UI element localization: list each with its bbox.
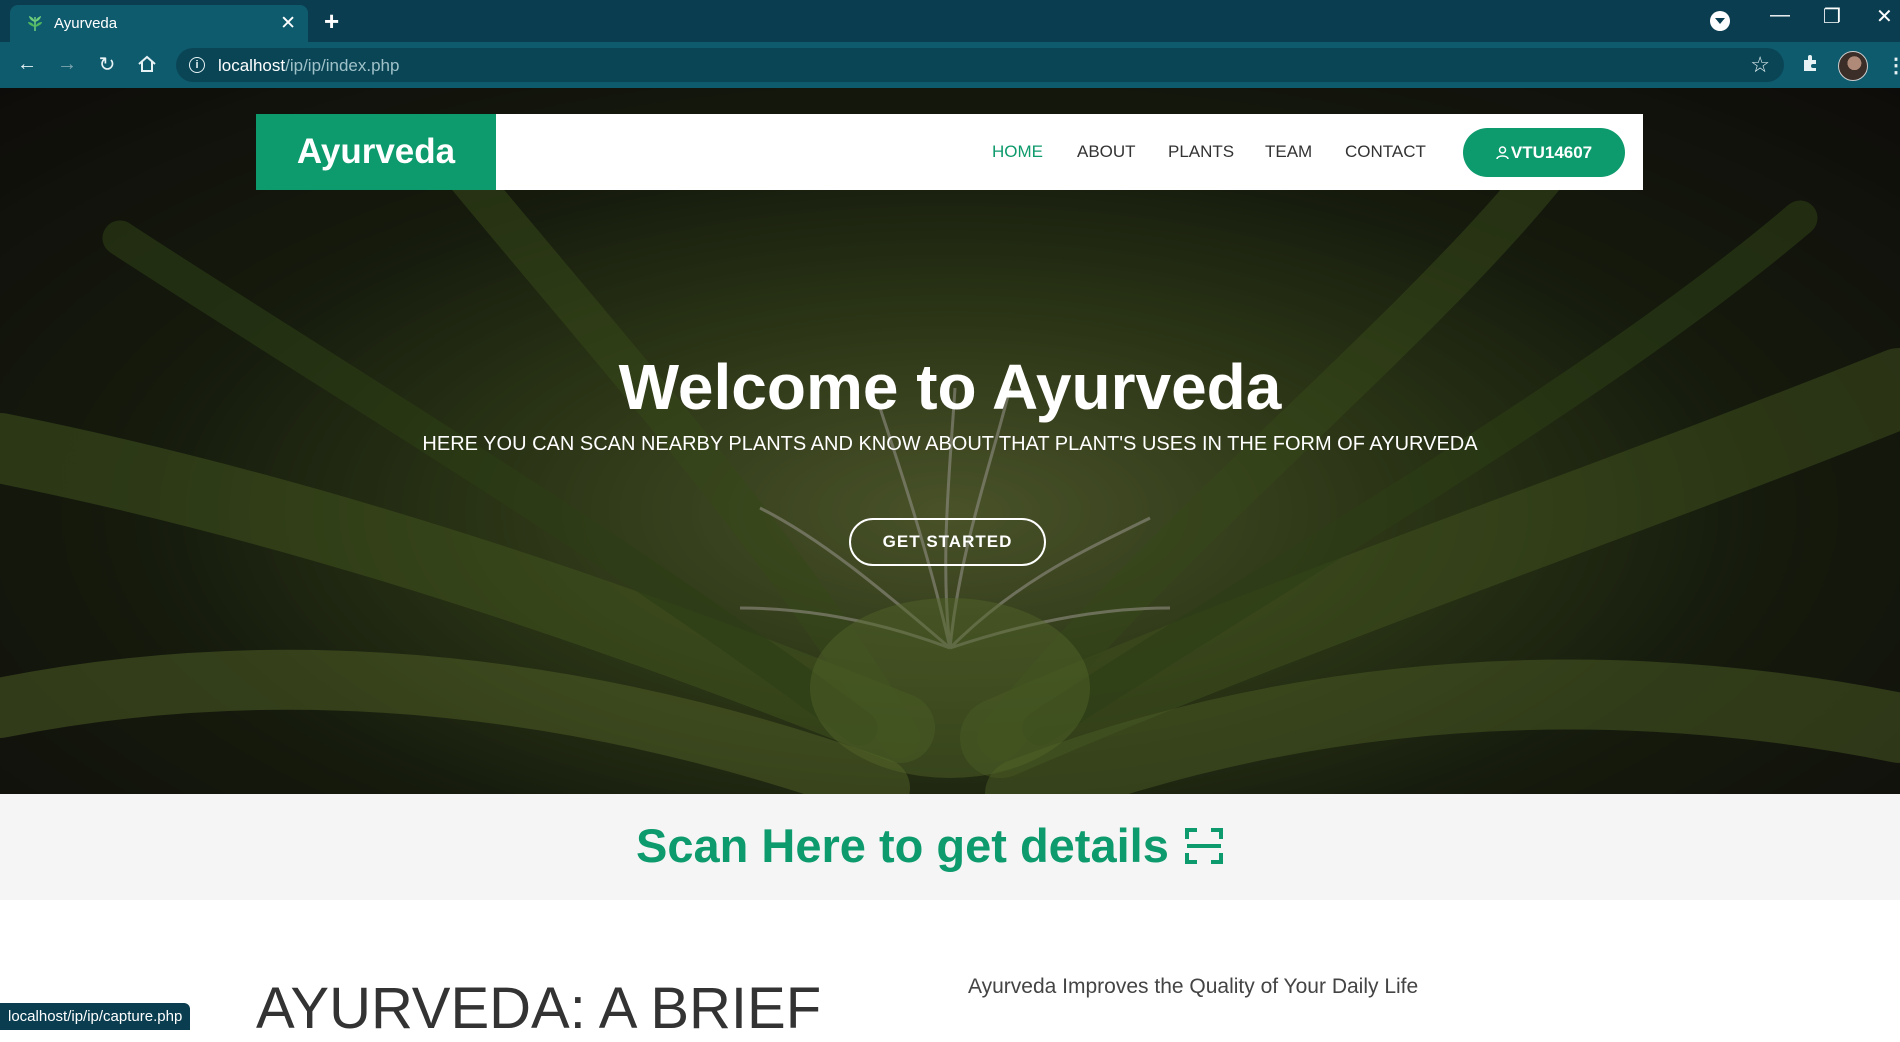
url-text: localhost/ip/ip/index.php — [218, 56, 400, 75]
user-icon — [1496, 145, 1509, 159]
site-logo[interactable]: Ayurveda — [256, 114, 496, 190]
status-bar-url: localhost/ip/ip/capture.php — [0, 1003, 191, 1030]
browser-toolbar: ← → ↻ i localhost/ip/ip/index.php ☆ ⋮ — [0, 42, 1900, 88]
forward-icon[interactable]: → — [54, 51, 80, 77]
leaf-icon — [28, 16, 42, 31]
tab-search-icon[interactable] — [1710, 11, 1730, 31]
nav-about[interactable]: ABOUT — [1077, 114, 1136, 190]
about-quote: Ayurveda Improves the Quality of Your Da… — [968, 975, 1419, 998]
browser-tab-bar: Ayurveda ✕ + — ❐ ✕ — [0, 0, 1900, 42]
restore-icon[interactable]: ❐ — [1823, 4, 1841, 29]
more-menu-icon[interactable]: ⋮ — [1886, 53, 1900, 78]
scan-icon[interactable] — [1185, 828, 1223, 864]
nav-contact[interactable]: CONTACT — [1345, 114, 1426, 190]
user-id-label: VTU14607 — [1510, 142, 1593, 162]
home-icon[interactable] — [134, 51, 160, 77]
extensions-icon[interactable] — [1802, 54, 1820, 72]
logo-box: Ayurveda — [256, 114, 496, 190]
nav-home[interactable]: HOME — [992, 114, 1043, 190]
profile-avatar-icon[interactable] — [1838, 51, 1868, 81]
minimize-icon[interactable]: — — [1770, 4, 1790, 27]
hero-title: Welcome to Ayurveda — [618, 351, 1282, 423]
address-bar[interactable]: i localhost/ip/ip/index.php ☆ — [176, 48, 1784, 82]
nav-team[interactable]: TEAM — [1265, 114, 1312, 190]
bookmark-star-icon[interactable]: ☆ — [1750, 52, 1770, 78]
about-heading: AYURVEDA: A BRIEF — [256, 976, 822, 1041]
reload-icon[interactable]: ↻ — [94, 51, 120, 77]
tab-title: Ayurveda — [54, 15, 118, 32]
site-header: Ayurveda HOME ABOUT PLANTS TEAM CONTACT … — [256, 114, 1643, 190]
scan-link[interactable]: Scan Here to get details — [636, 818, 1169, 873]
info-icon[interactable]: i — [189, 57, 205, 73]
get-started-button[interactable]: GET STARTED — [849, 518, 1046, 566]
close-tab-icon[interactable]: ✕ — [280, 12, 296, 35]
back-icon[interactable]: ← — [14, 51, 40, 77]
new-tab-button[interactable]: + — [324, 6, 339, 37]
close-window-icon[interactable]: ✕ — [1876, 4, 1893, 29]
hero-subtitle: HERE YOU CAN SCAN NEARBY PLANTS AND KNOW… — [422, 433, 1478, 455]
nav-plants[interactable]: PLANTS — [1168, 114, 1234, 190]
browser-tab[interactable]: Ayurveda ✕ — [10, 5, 308, 42]
user-account-button[interactable]: VTU14607 — [1463, 128, 1625, 177]
